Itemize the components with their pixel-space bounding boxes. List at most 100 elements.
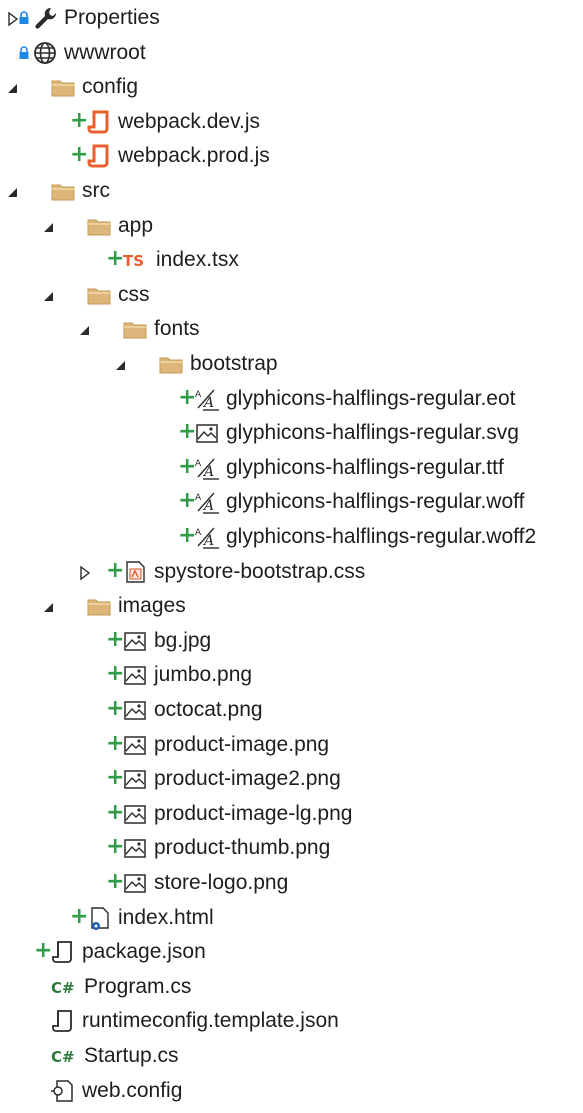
tree-item-label: webpack.prod.js [118,144,270,168]
svg-text:A: A [195,390,202,400]
tree-item-label: webpack.dev.js [118,109,261,133]
wrench-icon [32,5,58,31]
folder-icon [86,213,112,239]
tree-item-index-tsx[interactable]: + TS index.tsx [0,244,583,278]
tree-item-program-cs[interactable]: C# Program.cs [0,971,583,1005]
added-plus-icon: + [106,246,125,272]
added-plus-icon: + [70,142,89,168]
js-file-icon [86,109,112,135]
tree-item-glyphicons-halflings-regular-ttf[interactable]: + A Aglyphicons-halflings-regular.ttf [0,452,583,486]
tree-item-bg-jpg[interactable]: + bg.jpg [0,625,583,659]
added-plus-icon: + [106,869,125,894]
collapse-arrow-icon[interactable] [42,219,56,235]
tree-item-glyphicons-halflings-regular-svg[interactable]: + glyphicons-halflings-regular.svg [0,417,583,451]
added-plus-icon: + [106,799,125,825]
collapse-arrow-icon[interactable] [42,599,56,615]
tree-item-octocat-png[interactable]: + octocat.png [0,694,583,728]
tree-item-label: config [82,75,139,99]
tree-item-webpack-dev-js[interactable]: + webpack.dev.js [0,106,583,140]
tree-item-label: jumbo.png [154,663,253,687]
tree-item-label: glyphicons-halflings-regular.eot [226,386,516,410]
tree-item-label: glyphicons-halflings-regular.ttf [226,455,504,479]
tree-item-css[interactable]: css [0,279,583,313]
collapse-arrow-icon[interactable] [6,80,20,96]
globe-icon [32,40,58,66]
svg-text:A: A [202,395,214,411]
tree-item-package-json[interactable]: + package.json [0,936,583,970]
tree-item-label: product-image.png [154,732,330,756]
collapse-arrow-icon[interactable] [42,288,56,304]
added-plus-icon: + [106,696,125,721]
folder-icon [122,316,148,342]
tree-item-index-html[interactable]: + index.html [0,902,583,936]
tree-item-label: Program.cs [84,974,192,998]
tree-item-product-thumb-png[interactable]: + product-thumb.png [0,832,583,866]
added-plus-icon: + [106,834,125,860]
tree-item-wwwroot[interactable]: wwwroot [0,37,583,71]
added-plus-icon: + [178,523,197,548]
tree-item-webpack-prod-js[interactable]: + webpack.prod.js [0,140,583,174]
tree-item-glyphicons-halflings-regular-eot[interactable]: + A Aglyphicons-halflings-regular.eot [0,383,583,417]
json-file-icon [50,939,76,965]
tree-item-label: fonts [154,317,200,341]
added-plus-icon: + [70,903,89,929]
tree-item-label: product-image2.png [154,767,341,791]
collapse-arrow-icon[interactable] [78,322,92,338]
tree-item-images[interactable]: images [0,590,583,624]
lock-icon [18,10,30,26]
tree-item-runtimeconfig-template-json[interactable]: runtimeconfig.template.json [0,1005,583,1039]
folder-icon [86,282,112,308]
lock-icon [18,45,30,61]
svg-text:A: A [195,528,202,538]
tree-item-properties[interactable]: Properties [0,2,583,36]
svg-text:C#: C# [51,1048,75,1066]
tree-item-label: product-thumb.png [154,836,331,860]
collapse-arrow-icon[interactable] [114,357,128,373]
added-plus-icon: + [178,419,197,445]
tree-item-label: product-image-lg.png [154,801,353,825]
expand-arrow-icon[interactable] [78,565,92,581]
svg-text:A: A [195,493,202,503]
tree-item-product-image-png[interactable]: + product-image.png [0,729,583,763]
tree-item-glyphicons-halflings-regular-woff[interactable]: + A Aglyphicons-halflings-regular.woff [0,486,583,520]
tree-item-label: index.html [118,905,214,929]
svg-text:A: A [202,498,214,514]
tree-item-store-logo-png[interactable]: + store-logo.png [0,867,583,901]
tree-item-product-image-lg-png[interactable]: + product-image-lg.png [0,798,583,832]
tree-item-spystore-bootstrap-css[interactable]: + spystore-bootstrap.css [0,556,583,590]
csharp-icon: C# [50,1043,76,1069]
folder-icon [50,74,76,100]
tree-item-product-image2-png[interactable]: + product-image2.png [0,763,583,797]
tree-item-label: web.config [82,1078,183,1102]
tree-item-label: bootstrap [190,352,278,375]
tree-item-label: images [118,594,186,618]
tree-item-config[interactable]: config [0,71,583,105]
config-file-icon [50,1078,76,1104]
tree-item-jumbo-png[interactable]: + jumbo.png [0,659,583,693]
image-file-icon [122,766,148,792]
js-file-icon [86,143,112,169]
tree-item-label: bg.jpg [154,628,212,652]
tree-item-web-config[interactable]: web.config [0,1075,583,1109]
tree-item-bootstrap[interactable]: bootstrap [0,348,583,382]
svg-text:A: A [202,533,214,549]
image-file-icon [122,628,148,654]
tree-item-app[interactable]: app [0,210,583,244]
collapse-arrow-icon[interactable] [6,184,20,200]
image-file-icon [122,697,148,723]
tree-item-label: glyphicons-halflings-regular.svg [226,421,519,445]
tree-item-startup-cs[interactable]: C# Startup.cs [0,1040,583,1074]
svg-text:A: A [202,464,214,480]
tree-item-glyphicons-halflings-regular-woff2[interactable]: + A Aglyphicons-halflings-regular.woff2 [0,521,583,555]
added-plus-icon: + [106,626,125,652]
added-plus-icon: + [178,453,197,479]
image-file-icon [122,662,148,688]
tree-item-fonts[interactable]: fonts [0,313,583,347]
csharp-icon: C# [50,974,76,1000]
added-plus-icon: + [106,557,125,583]
tree-item-src[interactable]: src [0,175,583,209]
tree-item-label: package.json [82,940,206,964]
tree-item-label: store-logo.png [154,871,289,894]
folder-icon [86,593,112,619]
added-plus-icon: + [34,938,53,964]
